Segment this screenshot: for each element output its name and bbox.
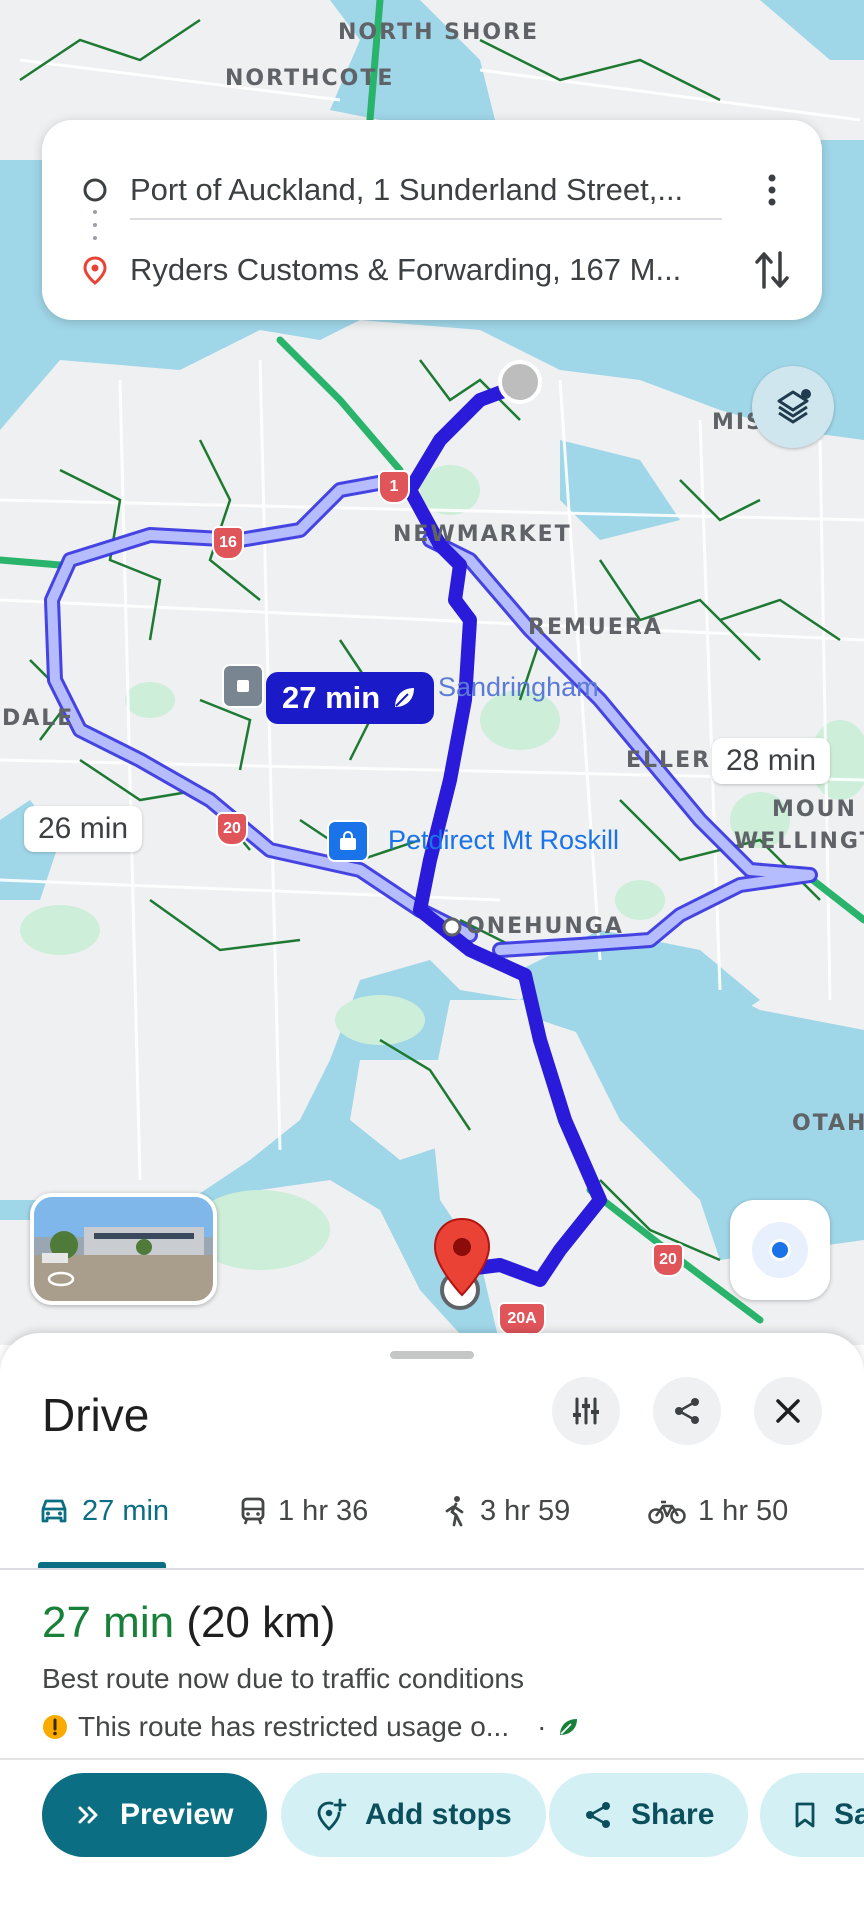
share-icon (586, 1802, 610, 1828)
poi-petdirect[interactable]: Petdirect Mt Roskill (388, 825, 619, 856)
destination-field[interactable]: Ryders Customs & Forwarding, 167 M... (130, 252, 730, 288)
map-label-mount-wellington-2: WELLINGT (734, 829, 864, 854)
bike-icon (648, 1500, 686, 1524)
map-label-remuera: REMUERA (528, 615, 663, 640)
destination-pin-icon[interactable] (433, 1217, 491, 1297)
map-label-northcote: NORTHCOTE (225, 66, 395, 91)
highway-shield: 16 (212, 526, 244, 560)
close-button[interactable] (754, 1377, 822, 1445)
save-button[interactable]: Sa (760, 1773, 864, 1857)
360-rotate-icon (47, 1271, 75, 1287)
eco-leaf-icon (395, 688, 415, 707)
search-divider (130, 218, 722, 220)
tab-transit[interactable]: 1 hr 36 (240, 1481, 368, 1541)
map-label-onehunga: ONEHUNGA (466, 914, 624, 939)
street-view-thumbnail[interactable] (30, 1193, 217, 1305)
share-button[interactable]: Share (549, 1773, 749, 1857)
tab-bike-label: 1 hr 50 (698, 1494, 789, 1527)
alt-route-duration-east[interactable]: 28 min (712, 738, 831, 784)
preview-label: Preview (120, 1798, 234, 1831)
add-stops-label: Add stops (365, 1798, 512, 1831)
route-distance: (20 km) (186, 1598, 336, 1647)
selected-route-duration[interactable]: 27 min (266, 672, 435, 724)
tab-transit-label: 1 hr 36 (278, 1494, 369, 1527)
shopping-bag-icon[interactable] (327, 820, 369, 862)
sheet-title: Drive (42, 1389, 150, 1441)
map-label-newmarket: NEWMARKET (393, 522, 572, 547)
warning-icon (43, 1715, 67, 1739)
tab-walk[interactable]: 3 hr 59 (442, 1481, 570, 1541)
actions-separator (0, 1758, 864, 1760)
destination-row[interactable]: Ryders Customs & Forwarding, 167 M... (42, 230, 822, 310)
transit-stop-icon[interactable] (222, 664, 264, 708)
swap-vert-icon (755, 251, 789, 289)
add-stops-button[interactable]: Add stops (281, 1773, 546, 1857)
add-location-icon (317, 1798, 347, 1831)
eco-leaf-icon (560, 1719, 578, 1735)
route-options-button[interactable] (552, 1377, 620, 1445)
save-label: Sa (834, 1798, 864, 1831)
alt-route-duration-west[interactable]: 26 min (24, 806, 143, 852)
origin-circle-icon (83, 178, 107, 202)
share-route-button[interactable] (653, 1377, 721, 1445)
car-icon (41, 1499, 67, 1523)
swap-button[interactable] (752, 250, 792, 290)
selected-route-duration-label: 27 min (282, 680, 381, 715)
close-icon (776, 1399, 800, 1423)
route-description: Best route now due to traffic conditions (42, 1663, 524, 1694)
map-label-otahuhu: OTAH (792, 1111, 864, 1136)
dot-separator: · (537, 1711, 547, 1742)
route-warning-text: This route has restricted usage o... (78, 1711, 510, 1742)
map-view[interactable]: 1 16 20 20 20A NORTH SHORE NORTHCOTE NEW… (0, 0, 864, 1345)
route-duration: 27 min (42, 1598, 175, 1647)
walk-icon (445, 1496, 464, 1527)
my-location-button[interactable] (730, 1200, 830, 1300)
transit-icon (241, 1497, 265, 1525)
tab-walk-label: 3 hr 59 (480, 1494, 571, 1527)
tab-bike[interactable]: 1 hr 50 (648, 1481, 788, 1541)
route-summary[interactable]: 27 min (20 km) (42, 1598, 335, 1648)
share-label: Share (631, 1798, 715, 1831)
bookmark-icon (795, 1802, 815, 1828)
layers-button[interactable] (752, 366, 834, 448)
tab-separator (0, 1568, 864, 1570)
tab-drive-label: 27 min (82, 1494, 170, 1527)
destination-pin-small-icon (83, 256, 107, 285)
more-options-button[interactable] (752, 170, 792, 210)
highway-shield: 20A (498, 1302, 546, 1336)
map-label-north-shore: NORTH SHORE (338, 20, 540, 45)
origin-field[interactable]: Port of Auckland, 1 Sunderland Street,..… (130, 172, 730, 208)
highway-shield: 20 (652, 1243, 684, 1277)
route-warning[interactable]: This route has restricted usage o... · (42, 1711, 580, 1743)
map-label-dale: DALE (2, 706, 75, 731)
double-chevron-icon (78, 1806, 98, 1824)
directions-bottom-sheet: Drive 27 min 1 hr 36 3 hr 59 1 hr 50 27 … (0, 1333, 864, 1920)
highway-shield: 20 (216, 812, 248, 846)
directions-search-card: Port of Auckland, 1 Sunderland Street,..… (42, 120, 822, 320)
location-dot-icon (752, 1222, 808, 1278)
highway-shield: 1 (378, 470, 410, 504)
share-icon (675, 1398, 699, 1424)
tab-drive[interactable]: 27 min (38, 1481, 169, 1541)
tune-icon (573, 1397, 599, 1425)
map-label-mount-wellington: MOUN (772, 797, 857, 822)
more-vert-icon (768, 174, 776, 206)
poi-sandringham[interactable]: Sandringham (438, 672, 599, 703)
layers-icon (777, 389, 811, 424)
preview-button[interactable]: Preview (42, 1773, 268, 1857)
drag-handle[interactable] (390, 1351, 474, 1359)
